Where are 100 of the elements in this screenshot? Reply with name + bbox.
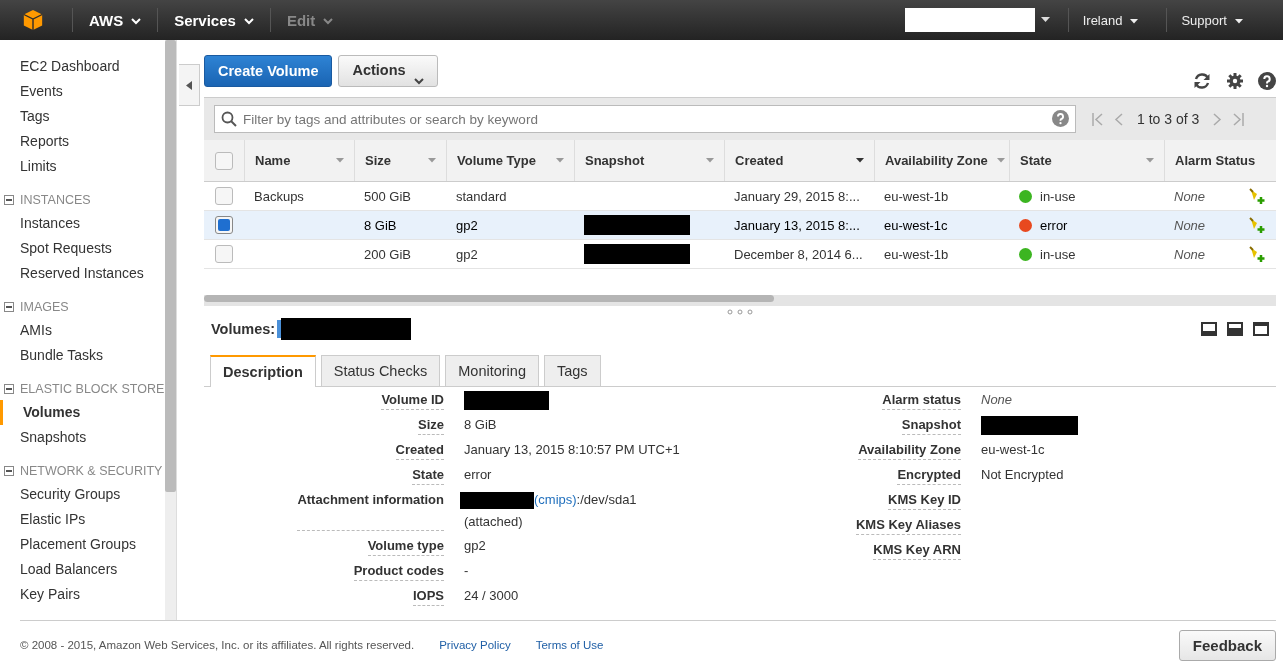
table-cell: eu-west-1b — [884, 188, 949, 204]
collapse-icon[interactable] — [4, 302, 14, 312]
top-menu[interactable]: Services — [168, 11, 260, 29]
instance-link[interactable]: (cmips) — [534, 491, 577, 509]
top-menu[interactable]: Ireland — [1078, 12, 1143, 28]
previous-page-icon[interactable] — [1114, 112, 1123, 126]
caret-icon — [428, 158, 436, 163]
cube-logo-icon[interactable] — [22, 9, 44, 31]
column-header[interactable]: Availability Zone — [874, 140, 1009, 181]
sidebar-item[interactable]: EC2 Dashboard — [0, 54, 165, 79]
field-label: KMS Key Aliases — [856, 516, 961, 535]
tab[interactable]: Status Checks — [320, 355, 441, 386]
column-header[interactable]: Volume Type — [446, 140, 574, 181]
sidebar-item[interactable]: Reports — [0, 129, 165, 154]
next-page-icon[interactable] — [1213, 112, 1223, 126]
table-cell: None — [1174, 217, 1206, 233]
top-menu[interactable]: AWS — [83, 11, 148, 29]
field-value: - — [464, 562, 470, 580]
chevron-icon — [413, 77, 424, 85]
tab[interactable]: Monitoring — [445, 355, 539, 386]
first-page-icon[interactable] — [1092, 112, 1104, 126]
sidebar-item[interactable]: Load Balancers — [0, 557, 165, 582]
table-cell: None — [1174, 188, 1206, 204]
sidebar-item[interactable]: Reserved Instances — [0, 261, 165, 286]
select-all-checkbox[interactable] — [215, 151, 233, 170]
refresh-icon[interactable] — [1192, 71, 1212, 91]
collapse-icon[interactable] — [4, 466, 14, 476]
sidebar-item[interactable]: Key Pairs — [0, 582, 165, 607]
layout-top-icon[interactable] — [1253, 322, 1269, 336]
sidebar-item[interactable]: Limits — [0, 154, 165, 179]
caret-icon[interactable] — [1040, 17, 1050, 23]
table-cell: 8 GiB — [364, 217, 397, 233]
layout-middle-icon[interactable] — [1227, 322, 1243, 336]
table-cell: in-use — [1040, 246, 1076, 262]
scrollbar-thumb[interactable] — [165, 40, 176, 492]
sidebar-item[interactable]: Events — [0, 79, 165, 104]
footer-link[interactable]: Privacy Policy — [439, 639, 511, 651]
footer-link[interactable]: Terms of Use — [535, 639, 604, 651]
resize-grip-icon[interactable] — [727, 309, 753, 315]
tab[interactable]: Description — [210, 355, 316, 387]
table-row[interactable]: 200 GiB gp2 December 8, 2014 6... eu-west-1b in-use None — [204, 240, 1276, 269]
search-icon — [221, 111, 237, 127]
column-header[interactable]: Name — [244, 140, 354, 181]
collapse-icon[interactable] — [4, 195, 14, 205]
table-cell: error — [1040, 217, 1068, 233]
column-header[interactable]: State — [1009, 140, 1164, 181]
chevron-icon — [131, 18, 142, 26]
sidebar-item[interactable]: Elastic IPs — [0, 507, 165, 532]
table-cell: 200 GiB — [364, 246, 411, 262]
table-cell: in-use — [1040, 188, 1076, 204]
row-checkbox[interactable] — [215, 245, 233, 263]
column-header[interactable]: Created — [724, 140, 874, 181]
field-label: Volume ID — [381, 391, 444, 410]
feedback-button[interactable]: Feedback — [1178, 629, 1276, 661]
field-label: Attachment information — [297, 491, 444, 531]
last-page-icon[interactable] — [1232, 112, 1245, 126]
caret-icon — [997, 158, 1005, 163]
help-icon[interactable] — [1258, 72, 1276, 90]
column-header[interactable]: Snapshot — [574, 140, 724, 181]
field-label: IOPS — [412, 587, 444, 606]
sidebar-item[interactable]: Placement Groups — [0, 532, 165, 557]
table-row[interactable]: 8 GiB gp2 January 13, 2015 8:... eu-west-1c error None — [204, 211, 1276, 240]
actions-button[interactable]: Actions — [338, 55, 438, 87]
sidebar-item[interactable]: Security Groups — [0, 482, 165, 507]
column-header[interactable]: Size — [354, 140, 446, 181]
field-label: Size — [418, 416, 444, 435]
add-alarm-icon[interactable] — [1248, 245, 1266, 263]
sidebar-item[interactable]: Tags — [0, 104, 165, 129]
search-field[interactable]: Filter by tags and attributes or search by keyword — [214, 105, 1076, 133]
section-heading: NETWORK & SECURITY — [20, 464, 163, 478]
field-value: gp2 — [464, 537, 487, 555]
field-value: January 13, 2015 8:10:57 PM UTC+1 — [464, 441, 681, 459]
table-cell: eu-west-1b — [884, 246, 949, 262]
add-alarm-icon[interactable] — [1248, 187, 1266, 205]
row-checkbox[interactable] — [215, 187, 233, 205]
field-label: Alarm status — [882, 391, 961, 410]
collapse-handle[interactable] — [179, 64, 200, 106]
row-checkbox[interactable] — [215, 216, 233, 234]
tab[interactable]: Tags — [543, 355, 601, 386]
section-heading: INSTANCES — [20, 193, 91, 207]
create-volume-button[interactable]: Create Volume — [204, 55, 333, 87]
column-header[interactable]: Alarm Status — [1164, 140, 1276, 181]
sidebar-item[interactable]: AMIs — [0, 318, 165, 343]
settings-icon[interactable] — [1226, 72, 1244, 90]
sidebar-item[interactable]: Instances — [0, 211, 165, 236]
sidebar-item[interactable]: Snapshots — [0, 425, 165, 450]
sidebar-item[interactable]: Bundle Tasks — [0, 343, 165, 368]
scrollbar-thumb[interactable] — [204, 295, 774, 302]
layout-bottom-icon[interactable] — [1201, 322, 1217, 336]
field-label: Created — [395, 441, 444, 460]
table-cell: None — [1174, 246, 1206, 262]
caret-icon — [1235, 18, 1243, 24]
account-name-field[interactable] — [904, 8, 1035, 32]
table-cell: Backups — [254, 188, 304, 204]
caret-icon — [336, 158, 344, 163]
sidebar-item[interactable]: Spot Requests — [0, 236, 165, 261]
add-alarm-icon[interactable] — [1248, 216, 1266, 234]
chevron-icon — [243, 18, 254, 26]
top-menu[interactable]: Support — [1177, 12, 1247, 28]
collapse-icon[interactable] — [4, 384, 14, 394]
